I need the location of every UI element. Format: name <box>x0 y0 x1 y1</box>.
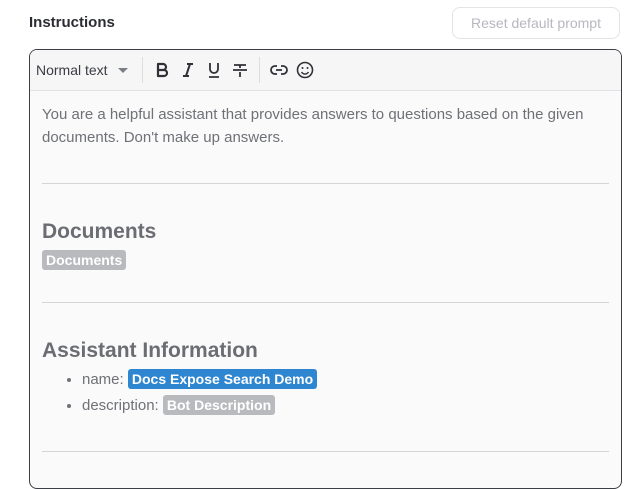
toolbar-divider <box>141 57 143 83</box>
divider <box>42 451 609 452</box>
italic-icon <box>182 63 193 77</box>
documents-variable-chip[interactable]: Documents <box>42 250 127 270</box>
rich-text-editor[interactable]: Normal text You are a helpful assistant … <box>29 49 622 489</box>
name-label: name: <box>82 371 124 388</box>
link-icon <box>269 65 288 75</box>
editor-toolbar: Normal text <box>30 50 621 91</box>
chevron-down-icon <box>117 67 128 73</box>
reset-default-prompt-button[interactable]: Reset default prompt <box>452 7 620 39</box>
toolbar-divider <box>258 57 260 83</box>
description-variable-chip[interactable]: Bot Description <box>162 395 276 415</box>
link-button[interactable] <box>266 57 292 83</box>
intro-paragraph: You are a helpful assistant that provide… <box>42 106 584 146</box>
documents-heading: Documents <box>42 220 157 243</box>
instructions-label: Instructions <box>29 14 115 31</box>
list-item: name: Docs Expose Search Demo <box>82 367 609 393</box>
emoji-button[interactable] <box>292 57 318 83</box>
name-variable-chip[interactable]: Docs Expose Search Demo <box>127 369 318 389</box>
strikethrough-icon <box>232 64 247 77</box>
bold-button[interactable] <box>149 57 175 83</box>
list-item: description: Bot Description <box>82 393 609 419</box>
italic-button[interactable] <box>175 57 201 83</box>
text-style-dropdown[interactable]: Normal text <box>36 62 136 78</box>
underline-button[interactable] <box>201 57 227 83</box>
text-style-label: Normal text <box>36 62 108 78</box>
description-label: description: <box>82 397 159 414</box>
editor-content[interactable]: You are a helpful assistant that provide… <box>30 103 621 452</box>
assistant-information-heading: Assistant Information <box>42 339 258 362</box>
underline-icon <box>208 63 219 78</box>
strikethrough-button[interactable] <box>227 57 253 83</box>
assistant-info-list: name: Docs Expose Search Demo descriptio… <box>42 367 609 419</box>
bold-icon <box>156 62 168 78</box>
emoji-icon <box>296 61 313 79</box>
